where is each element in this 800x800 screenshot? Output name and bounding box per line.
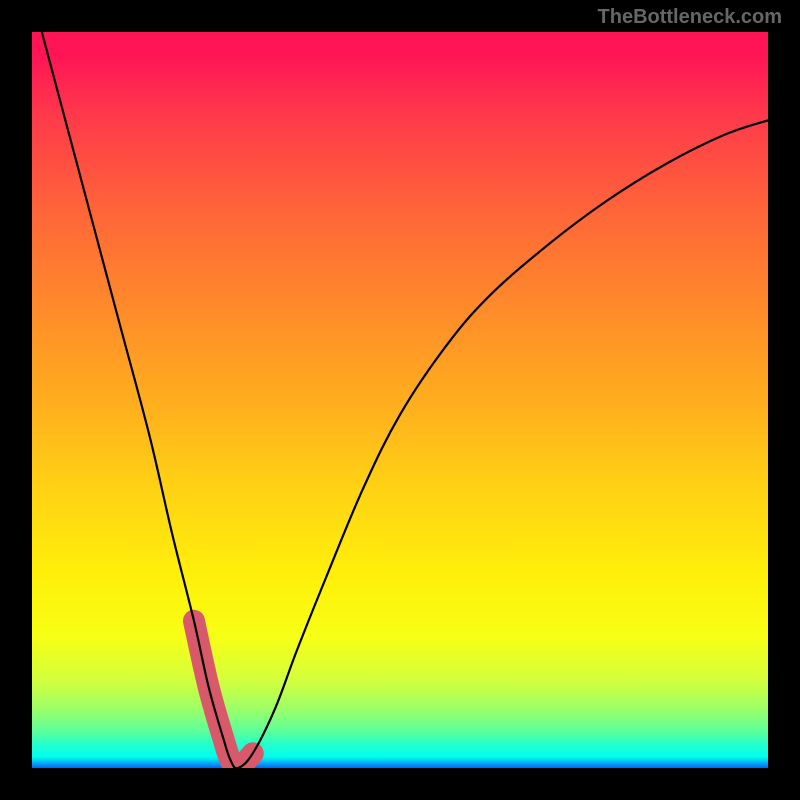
chart-plot-area bbox=[32, 32, 768, 768]
optimal-zone-highlight bbox=[194, 621, 253, 768]
bottleneck-curve-svg bbox=[32, 32, 768, 768]
watermark-text: TheBottleneck.com bbox=[598, 6, 782, 29]
bottleneck-curve-line bbox=[32, 32, 768, 768]
